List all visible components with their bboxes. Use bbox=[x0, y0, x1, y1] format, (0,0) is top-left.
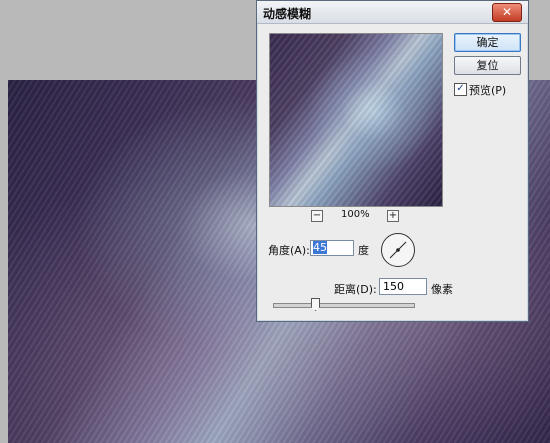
motion-blur-dialog: 动感模糊 ✕ − 100% + 确定 复位 ✓ 预览(P) 角度(A): 45 … bbox=[256, 0, 529, 322]
angle-dial[interactable] bbox=[381, 233, 415, 267]
preview-label: 预览(P) bbox=[469, 84, 507, 97]
degree-unit-label: 度 bbox=[358, 244, 369, 257]
angle-dial-icon bbox=[389, 241, 407, 259]
dialog-titlebar[interactable]: 动感模糊 ✕ bbox=[257, 1, 528, 24]
dialog-title: 动感模糊 bbox=[263, 7, 312, 21]
preview-checkbox[interactable]: ✓ bbox=[454, 83, 467, 96]
angle-value: 45 bbox=[313, 241, 327, 254]
reset-button[interactable]: 复位 bbox=[454, 56, 521, 75]
distance-input[interactable]: 150 bbox=[379, 278, 427, 295]
zoom-in-button[interactable]: + bbox=[387, 210, 399, 222]
check-icon: ✓ bbox=[456, 83, 465, 94]
angle-label: 角度(A): bbox=[268, 244, 310, 257]
pixel-unit-label: 像素 bbox=[431, 283, 453, 296]
angle-input[interactable]: 45 bbox=[310, 240, 354, 256]
close-button[interactable]: ✕ bbox=[492, 3, 522, 22]
distance-slider-thumb[interactable] bbox=[311, 298, 320, 311]
zoom-out-button[interactable]: − bbox=[311, 210, 323, 222]
zoom-level: 100% bbox=[341, 209, 370, 220]
distance-label: 距离(D): bbox=[334, 283, 377, 296]
distance-slider-track[interactable] bbox=[273, 303, 415, 308]
filter-preview-thumbnail[interactable] bbox=[269, 33, 443, 207]
ok-button[interactable]: 确定 bbox=[454, 33, 521, 52]
close-icon: ✕ bbox=[501, 5, 513, 19]
